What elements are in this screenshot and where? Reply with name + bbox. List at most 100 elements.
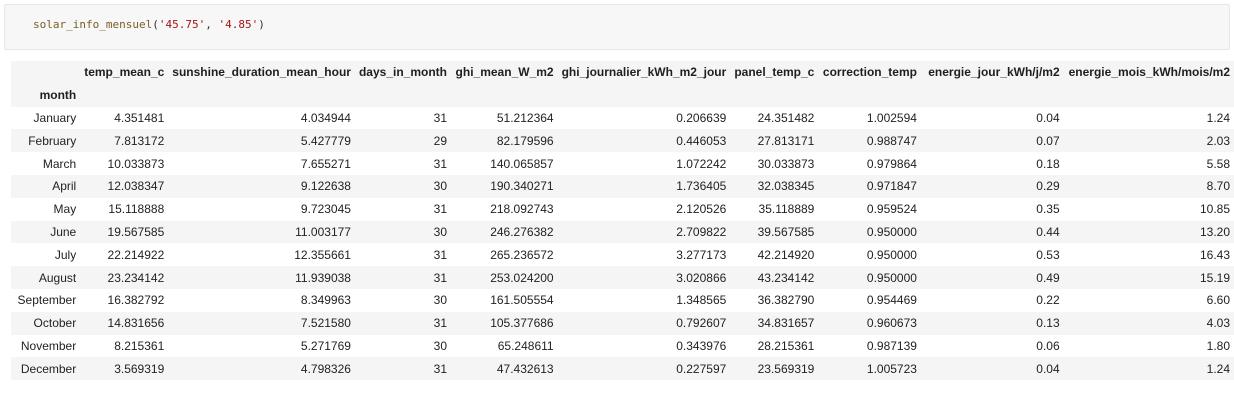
column-header: panel_temp_c (730, 61, 819, 84)
column-header: energie_mois_kWh/mois/m2 (1063, 61, 1234, 84)
table-cell: 218.092743 (451, 197, 558, 221)
table-cell: 5.271769 (168, 334, 355, 358)
table-cell: 7.813172 (80, 129, 169, 153)
table-cell: 2.120526 (557, 197, 731, 221)
table-cell: 27.813171 (730, 129, 819, 153)
table-cell: 51.212364 (451, 106, 558, 130)
table-cell: 0.959524 (818, 197, 921, 221)
code-line[interactable]: solar_info_mensuel('45.75', '4.85') (33, 17, 265, 33)
table-cell: 29 (354, 129, 451, 153)
table-cell: 7.655271 (168, 152, 355, 175)
table-cell: 0.987139 (818, 334, 921, 358)
table-cell: 0.44 (920, 220, 1064, 244)
index-name: month (11, 83, 81, 107)
table-cell: 9.122638 (168, 174, 355, 198)
table-cell: 28.215361 (730, 334, 819, 358)
table-cell: 43.234142 (730, 266, 819, 289)
table-cell: 3.569319 (80, 357, 169, 381)
row-index-label: March (11, 152, 81, 175)
table-cell: 0.446053 (557, 129, 731, 153)
table-cell: 2.03 (1063, 129, 1234, 153)
table-cell: 3.277173 (557, 243, 731, 267)
row-index-label: April (11, 174, 81, 198)
table-cell: 31 (354, 152, 451, 175)
table-cell: 47.432613 (451, 357, 558, 381)
column-header: days_in_month (354, 61, 451, 84)
column-header: energie_jour_kWh/j/m2 (920, 61, 1064, 84)
row-index-label: January (11, 106, 81, 130)
row-index-label: July (11, 243, 81, 267)
table-cell: 13.20 (1063, 220, 1234, 244)
table-cell: 0.954469 (818, 288, 921, 312)
table-cell: 11.003177 (168, 220, 355, 244)
table-cell: 253.024200 (451, 266, 558, 289)
table-row: August 23.234142 11.939038 31 253.024200 3.02… (11, 266, 1234, 289)
table-cell: 9.723045 (168, 197, 355, 221)
table-cell: 30 (354, 334, 451, 358)
table-cell: 0.22 (920, 288, 1064, 312)
table-cell: 8.349963 (168, 288, 355, 312)
table-cell: 1.348565 (557, 288, 731, 312)
table-cell: 5.427779 (168, 129, 355, 153)
table-row: February 7.813172 5.427779 29 82.179596 0.446… (11, 129, 1234, 153)
row-index-label: February (11, 129, 81, 153)
table-cell: 1.072242 (557, 152, 731, 175)
table-cell: 0.49 (920, 266, 1064, 289)
table-row: January 4.351481 4.034944 31 51.212364 0.2066… (11, 106, 1234, 130)
row-index-label: December (11, 357, 81, 381)
table-cell: 7.521580 (168, 311, 355, 335)
row-index-label: October (11, 311, 81, 335)
table-cell: 31 (354, 197, 451, 221)
table-cell: 265.236572 (451, 243, 558, 267)
table-cell: 0.07 (920, 129, 1064, 153)
table-cell: 4.798326 (168, 357, 355, 381)
table-cell: 22.214922 (80, 243, 169, 267)
table-cell: 34.831657 (730, 311, 819, 335)
table-cell: 65.248611 (451, 334, 558, 358)
table-cell: 0.04 (920, 357, 1064, 381)
table-cell: 1.24 (1063, 106, 1234, 130)
table-cell: 36.382790 (730, 288, 819, 312)
table-cell: 140.065857 (451, 152, 558, 175)
open-paren: ( (152, 18, 159, 31)
table-cell: 23.569319 (730, 357, 819, 381)
table-cell: 42.214920 (730, 243, 819, 267)
table-cell: 16.382792 (80, 288, 169, 312)
table-cell: 0.950000 (818, 243, 921, 267)
table-cell: 105.377686 (451, 311, 558, 335)
table-cell: 82.179596 (451, 129, 558, 153)
table-row: November 8.215361 5.271769 30 65.248611 0.343… (11, 334, 1234, 358)
code-cell-input[interactable]: solar_info_mensuel('45.75', '4.85') (4, 4, 1230, 50)
row-index-label: June (11, 220, 81, 244)
table-cell: 0.950000 (818, 220, 921, 244)
table-cell: 15.19 (1063, 266, 1234, 289)
header-corner (11, 61, 81, 84)
table-row: April 12.038347 9.122638 30 190.340271 1.7364… (11, 174, 1234, 198)
close-paren: ) (258, 18, 265, 31)
table-cell: 30 (354, 220, 451, 244)
table-cell: 0.18 (920, 152, 1064, 175)
table-cell: 4.03 (1063, 311, 1234, 335)
function-name: solar_info_mensuel (33, 18, 153, 31)
table-cell: 161.505554 (451, 288, 558, 312)
arg-latitude: '45.75' (158, 18, 206, 31)
table-cell: 0.343976 (557, 334, 731, 358)
table-cell: 8.70 (1063, 174, 1234, 198)
table-cell: 0.13 (920, 311, 1064, 335)
table-cell: 31 (354, 243, 451, 267)
column-header: sunshine_duration_mean_hour (168, 61, 355, 84)
table-cell: 1.005723 (818, 357, 921, 381)
table-cell: 12.038347 (80, 174, 169, 198)
table-cell: 16.43 (1063, 243, 1234, 267)
table-cell: 15.118888 (80, 197, 169, 221)
table-cell: 30 (354, 174, 451, 198)
table-row: October 14.831656 7.521580 31 105.377686 0.79… (11, 311, 1234, 335)
table-cell: 2.709822 (557, 220, 731, 244)
table-cell: 31 (354, 311, 451, 335)
index-name-row: month (11, 83, 1234, 107)
column-header: ghi_journalier_kWh_m2_jour (557, 61, 731, 84)
table-row: May 15.118888 9.723045 31 218.092743 2.120526… (11, 197, 1234, 221)
table-cell: 0.792607 (557, 311, 731, 335)
row-index-label: September (11, 288, 81, 312)
dataframe-output: temp_mean_c sunshine_duration_mean_hour … (11, 61, 1234, 381)
